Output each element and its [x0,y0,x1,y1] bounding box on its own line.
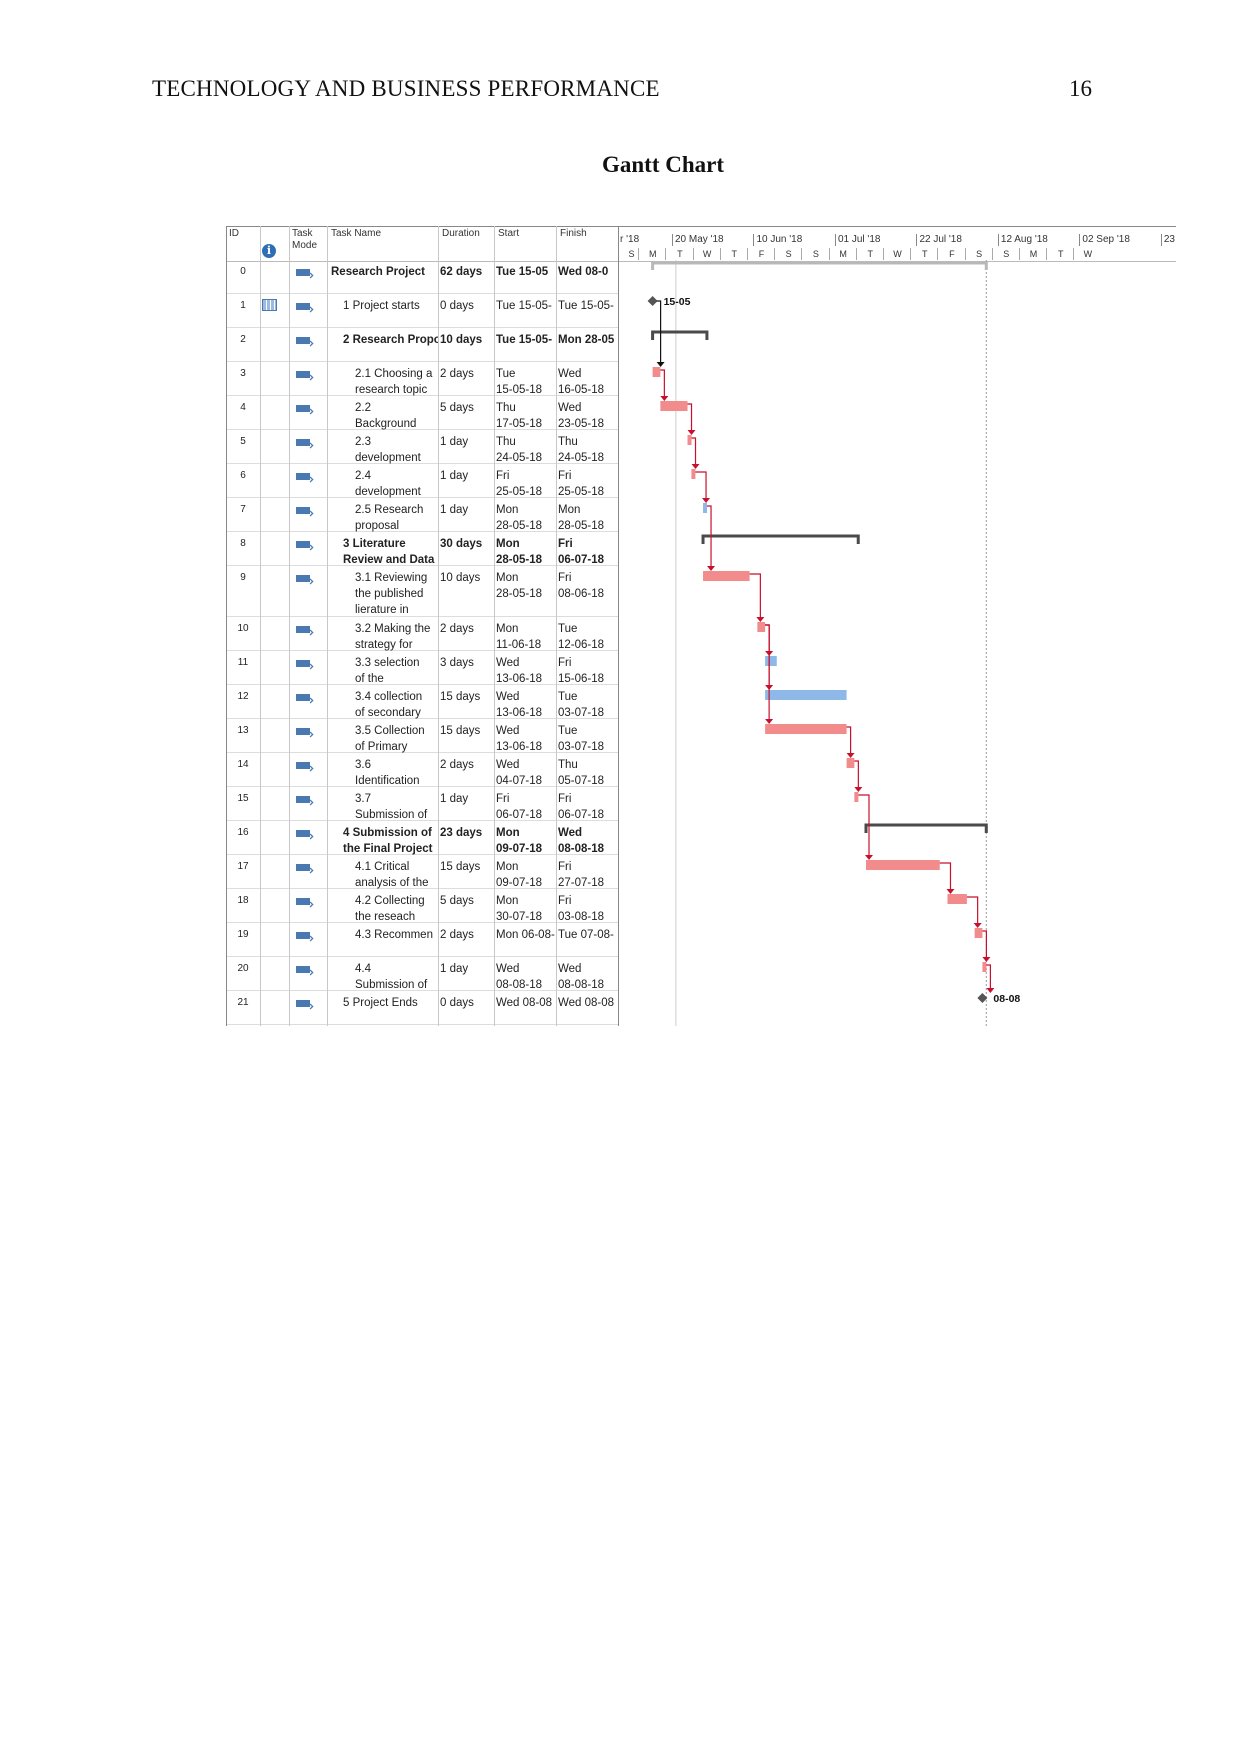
task-bar [703,571,750,581]
dependency-arrowhead [865,855,873,860]
task-bar [982,962,987,972]
dependency-link [939,862,952,890]
dependency-link [695,471,707,499]
task-bar [846,758,855,768]
dependency-link [749,573,761,618]
dependency-arrowhead [765,719,774,724]
dependency-link [854,760,859,788]
dependency-link [986,964,991,989]
column-divider [260,226,261,1026]
dependency-arrowhead [656,362,665,367]
column-divider [556,226,557,1026]
project-summary-bar [651,261,988,270]
column-divider [226,226,227,1026]
running-head: TECHNOLOGY AND BUSINESS PERFORMANCE [152,76,660,101]
task-bar [652,367,661,377]
milestone-label: 08-08 [993,993,1020,1005]
task-bar [687,435,692,445]
gantt-chart: ID i Task Mode Task Name Duration Start … [226,226,1176,1026]
summary-bar [864,823,988,833]
page-title: Gantt Chart [601,152,725,177]
column-divider [438,226,439,1026]
dependency-arrowhead [946,889,955,894]
task-bar [866,860,940,870]
column-divider [618,226,619,1026]
dependency-arrowhead [707,566,716,571]
milestone-marker [647,296,658,306]
dependency-link [846,726,852,754]
task-bar [703,503,708,513]
dependency-arrowhead [973,923,982,928]
dependency-arrowhead [982,957,991,962]
column-divider [327,226,328,1026]
task-bar [947,894,967,904]
task-bar [765,690,847,700]
dependency-arrowhead [687,430,696,435]
task-bar [854,792,859,802]
dependency-arrowhead [854,787,863,792]
dependency-link [660,369,665,397]
task-bar [757,622,766,632]
milestone-label: 15-05 [664,296,691,308]
task-bar [765,656,777,666]
task-bar [974,928,983,938]
gantt-bars: 15-05 08-08 [647,260,1020,1026]
dependency-arrowhead [846,753,855,758]
summary-bar [701,534,860,544]
task-bar [691,469,696,479]
page-number: 16 [1069,76,1092,101]
dependency-link [966,896,979,924]
column-divider [494,226,495,1026]
dependency-link [982,930,987,958]
dependency-link [691,437,697,465]
dependency-link [687,403,693,431]
dependency-arrowhead [660,396,669,401]
dependency-arrowhead [702,498,711,503]
task-bar [765,724,847,734]
dependency-arrowhead [691,464,700,469]
dependency-arrowhead [756,617,765,622]
column-divider [289,226,290,1026]
task-bar [660,401,688,411]
dependency-link [765,624,770,720]
